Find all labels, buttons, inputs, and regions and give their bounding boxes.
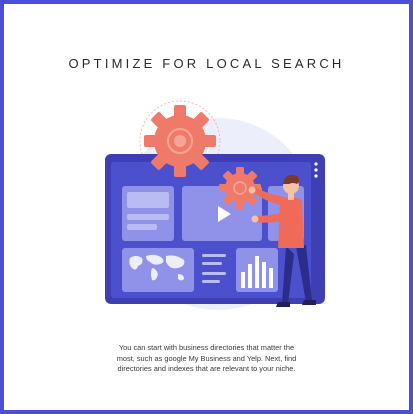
- local-search-illustration: [105, 100, 325, 310]
- card-title: OPTIMIZE FOR LOCAL SEARCH: [68, 56, 345, 71]
- kebab-menu-icon: [314, 162, 318, 178]
- description-line: directories and indexes that are relevan…: [117, 364, 296, 373]
- card-description: You can start with business directories …: [54, 343, 359, 375]
- description-line: most, such as google My Business and Yel…: [116, 353, 297, 363]
- description-line: You can start with business directories …: [118, 343, 295, 352]
- info-card: OPTIMIZE FOR LOCAL SEARCH You can start …: [0, 0, 413, 414]
- gear-icon: [144, 105, 216, 177]
- map-panel: [122, 248, 194, 292]
